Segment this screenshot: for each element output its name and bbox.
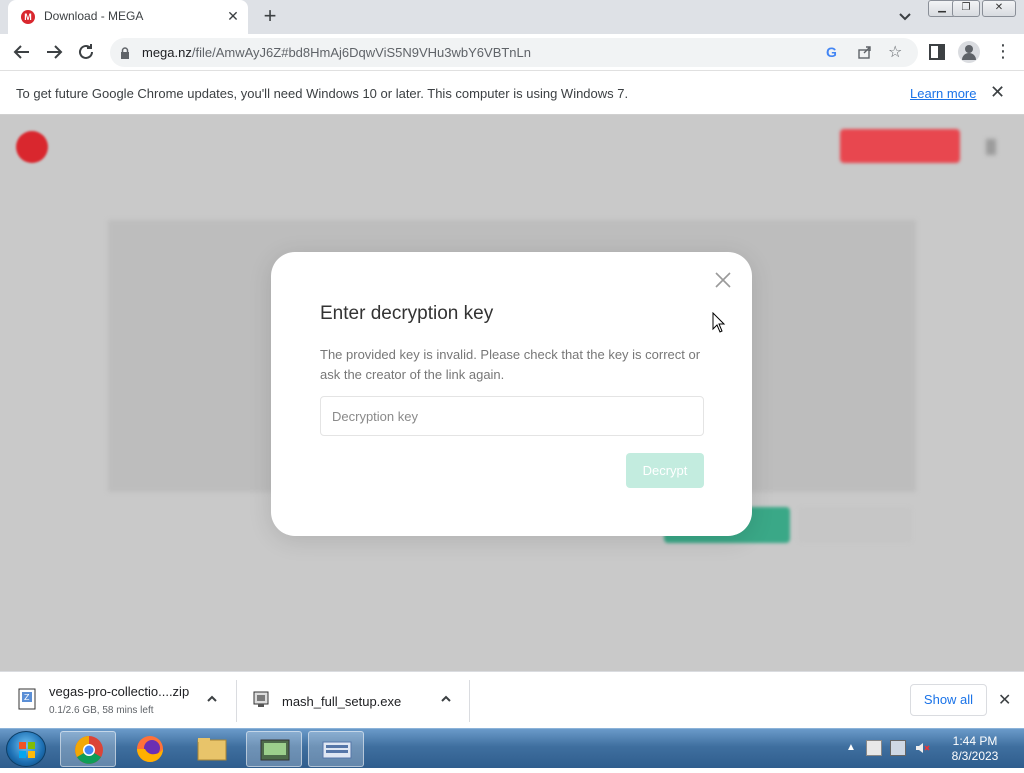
system-clock[interactable]: 1:44 PM 8/3/2023 xyxy=(940,734,1010,764)
infobar-message: To get future Google Chrome updates, you… xyxy=(16,86,629,101)
mouse-cursor-icon xyxy=(712,311,726,334)
zip-file-icon: Z xyxy=(17,688,37,715)
start-button-icon[interactable] xyxy=(6,731,46,767)
svg-text:Z: Z xyxy=(24,693,30,702)
explorer-taskbar-icon[interactable] xyxy=(184,731,240,767)
action-center-icon[interactable] xyxy=(866,740,882,756)
tab-search-chevron-icon[interactable] xyxy=(895,8,915,26)
dialog-close-icon[interactable] xyxy=(713,270,733,290)
mega-favicon-icon: M xyxy=(21,10,35,24)
chevron-up-icon[interactable] xyxy=(205,692,219,711)
app-taskbar-icon[interactable] xyxy=(246,731,302,767)
google-lens-icon[interactable]: G xyxy=(826,44,837,60)
import-button xyxy=(798,507,912,543)
exe-file-icon xyxy=(252,689,272,714)
side-panel-icon[interactable] xyxy=(928,43,946,66)
create-account-button xyxy=(840,129,960,163)
address-bar[interactable]: mega.nz/file/AmwAyJ6Z#bd8HmAj6DqwViS5N9V… xyxy=(110,38,918,67)
windows-taskbar: ▲ 1:44 PM 8/3/2023 xyxy=(0,728,1024,768)
url-text: mega.nz/file/AmwAyJ6Z#bd8HmAj6DqwViS5N9V… xyxy=(142,45,531,60)
chevron-up-icon[interactable] xyxy=(439,692,453,711)
shelf-close-icon[interactable]: ✕ xyxy=(998,690,1011,710)
reload-icon[interactable] xyxy=(74,40,98,64)
show-all-button[interactable]: Show all xyxy=(910,684,987,716)
decryption-key-dialog: Enter decryption key The provided key is… xyxy=(271,252,752,536)
tab-download-mega[interactable]: M Download - MEGA ✕ xyxy=(8,0,248,34)
keyboard-taskbar-icon[interactable] xyxy=(308,731,364,767)
new-tab-button[interactable]: + xyxy=(258,5,282,29)
volume-muted-icon[interactable] xyxy=(914,740,930,756)
decrypt-button[interactable]: Decrypt xyxy=(626,453,704,488)
decryption-key-input[interactable] xyxy=(320,396,704,436)
download-name: vegas-pro-collectio....zip xyxy=(49,684,190,699)
browser-toolbar: mega.nz/file/AmwAyJ6Z#bd8HmAj6DqwViS5N9V… xyxy=(0,34,1024,71)
dialog-description: The provided key is invalid. Please chec… xyxy=(320,347,701,382)
bookmark-star-icon[interactable]: ☆ xyxy=(888,42,902,62)
tab-title: Download - MEGA xyxy=(44,9,144,23)
firefox-taskbar-icon[interactable] xyxy=(122,731,178,767)
tab-close-icon[interactable]: ✕ xyxy=(224,7,242,25)
download-shelf: Z vegas-pro-collectio....zip 0.1/2.6 GB,… xyxy=(0,671,1024,728)
chrome-taskbar-icon[interactable] xyxy=(60,731,116,767)
learn-more-link[interactable]: Learn more xyxy=(910,86,976,101)
mega-logo-icon xyxy=(16,131,48,163)
page-menu-icon xyxy=(986,139,996,155)
network-icon[interactable] xyxy=(890,740,906,756)
lock-icon[interactable] xyxy=(120,46,130,64)
infobar-close-icon[interactable]: ✕ xyxy=(990,82,1005,103)
profile-avatar-icon[interactable] xyxy=(958,41,980,63)
clock-date: 8/3/2023 xyxy=(951,749,999,763)
restore-button[interactable]: ❐ xyxy=(952,0,980,17)
tab-strip: M Download - MEGA ✕ + ▁ ❐ ✕ xyxy=(0,0,1024,34)
clock-time: 1:44 PM xyxy=(952,734,998,748)
update-infobar: To get future Google Chrome updates, you… xyxy=(0,72,1024,115)
chrome-menu-icon[interactable]: ⋮ xyxy=(994,42,1012,60)
download-item[interactable]: Z vegas-pro-collectio....zip 0.1/2.6 GB,… xyxy=(0,672,236,729)
dialog-title: Enter decryption key xyxy=(320,303,494,324)
download-item[interactable]: mash_full_setup.exe xyxy=(237,672,469,729)
show-hidden-icons-icon[interactable]: ▲ xyxy=(846,742,856,753)
download-status: 0.1/2.6 GB, 58 mins left xyxy=(49,705,154,716)
download-name: mash_full_setup.exe xyxy=(282,694,402,709)
back-arrow-icon[interactable] xyxy=(10,40,34,64)
window-close-button[interactable]: ✕ xyxy=(982,0,1016,17)
share-icon[interactable] xyxy=(857,44,873,65)
forward-arrow-icon[interactable] xyxy=(42,40,66,64)
